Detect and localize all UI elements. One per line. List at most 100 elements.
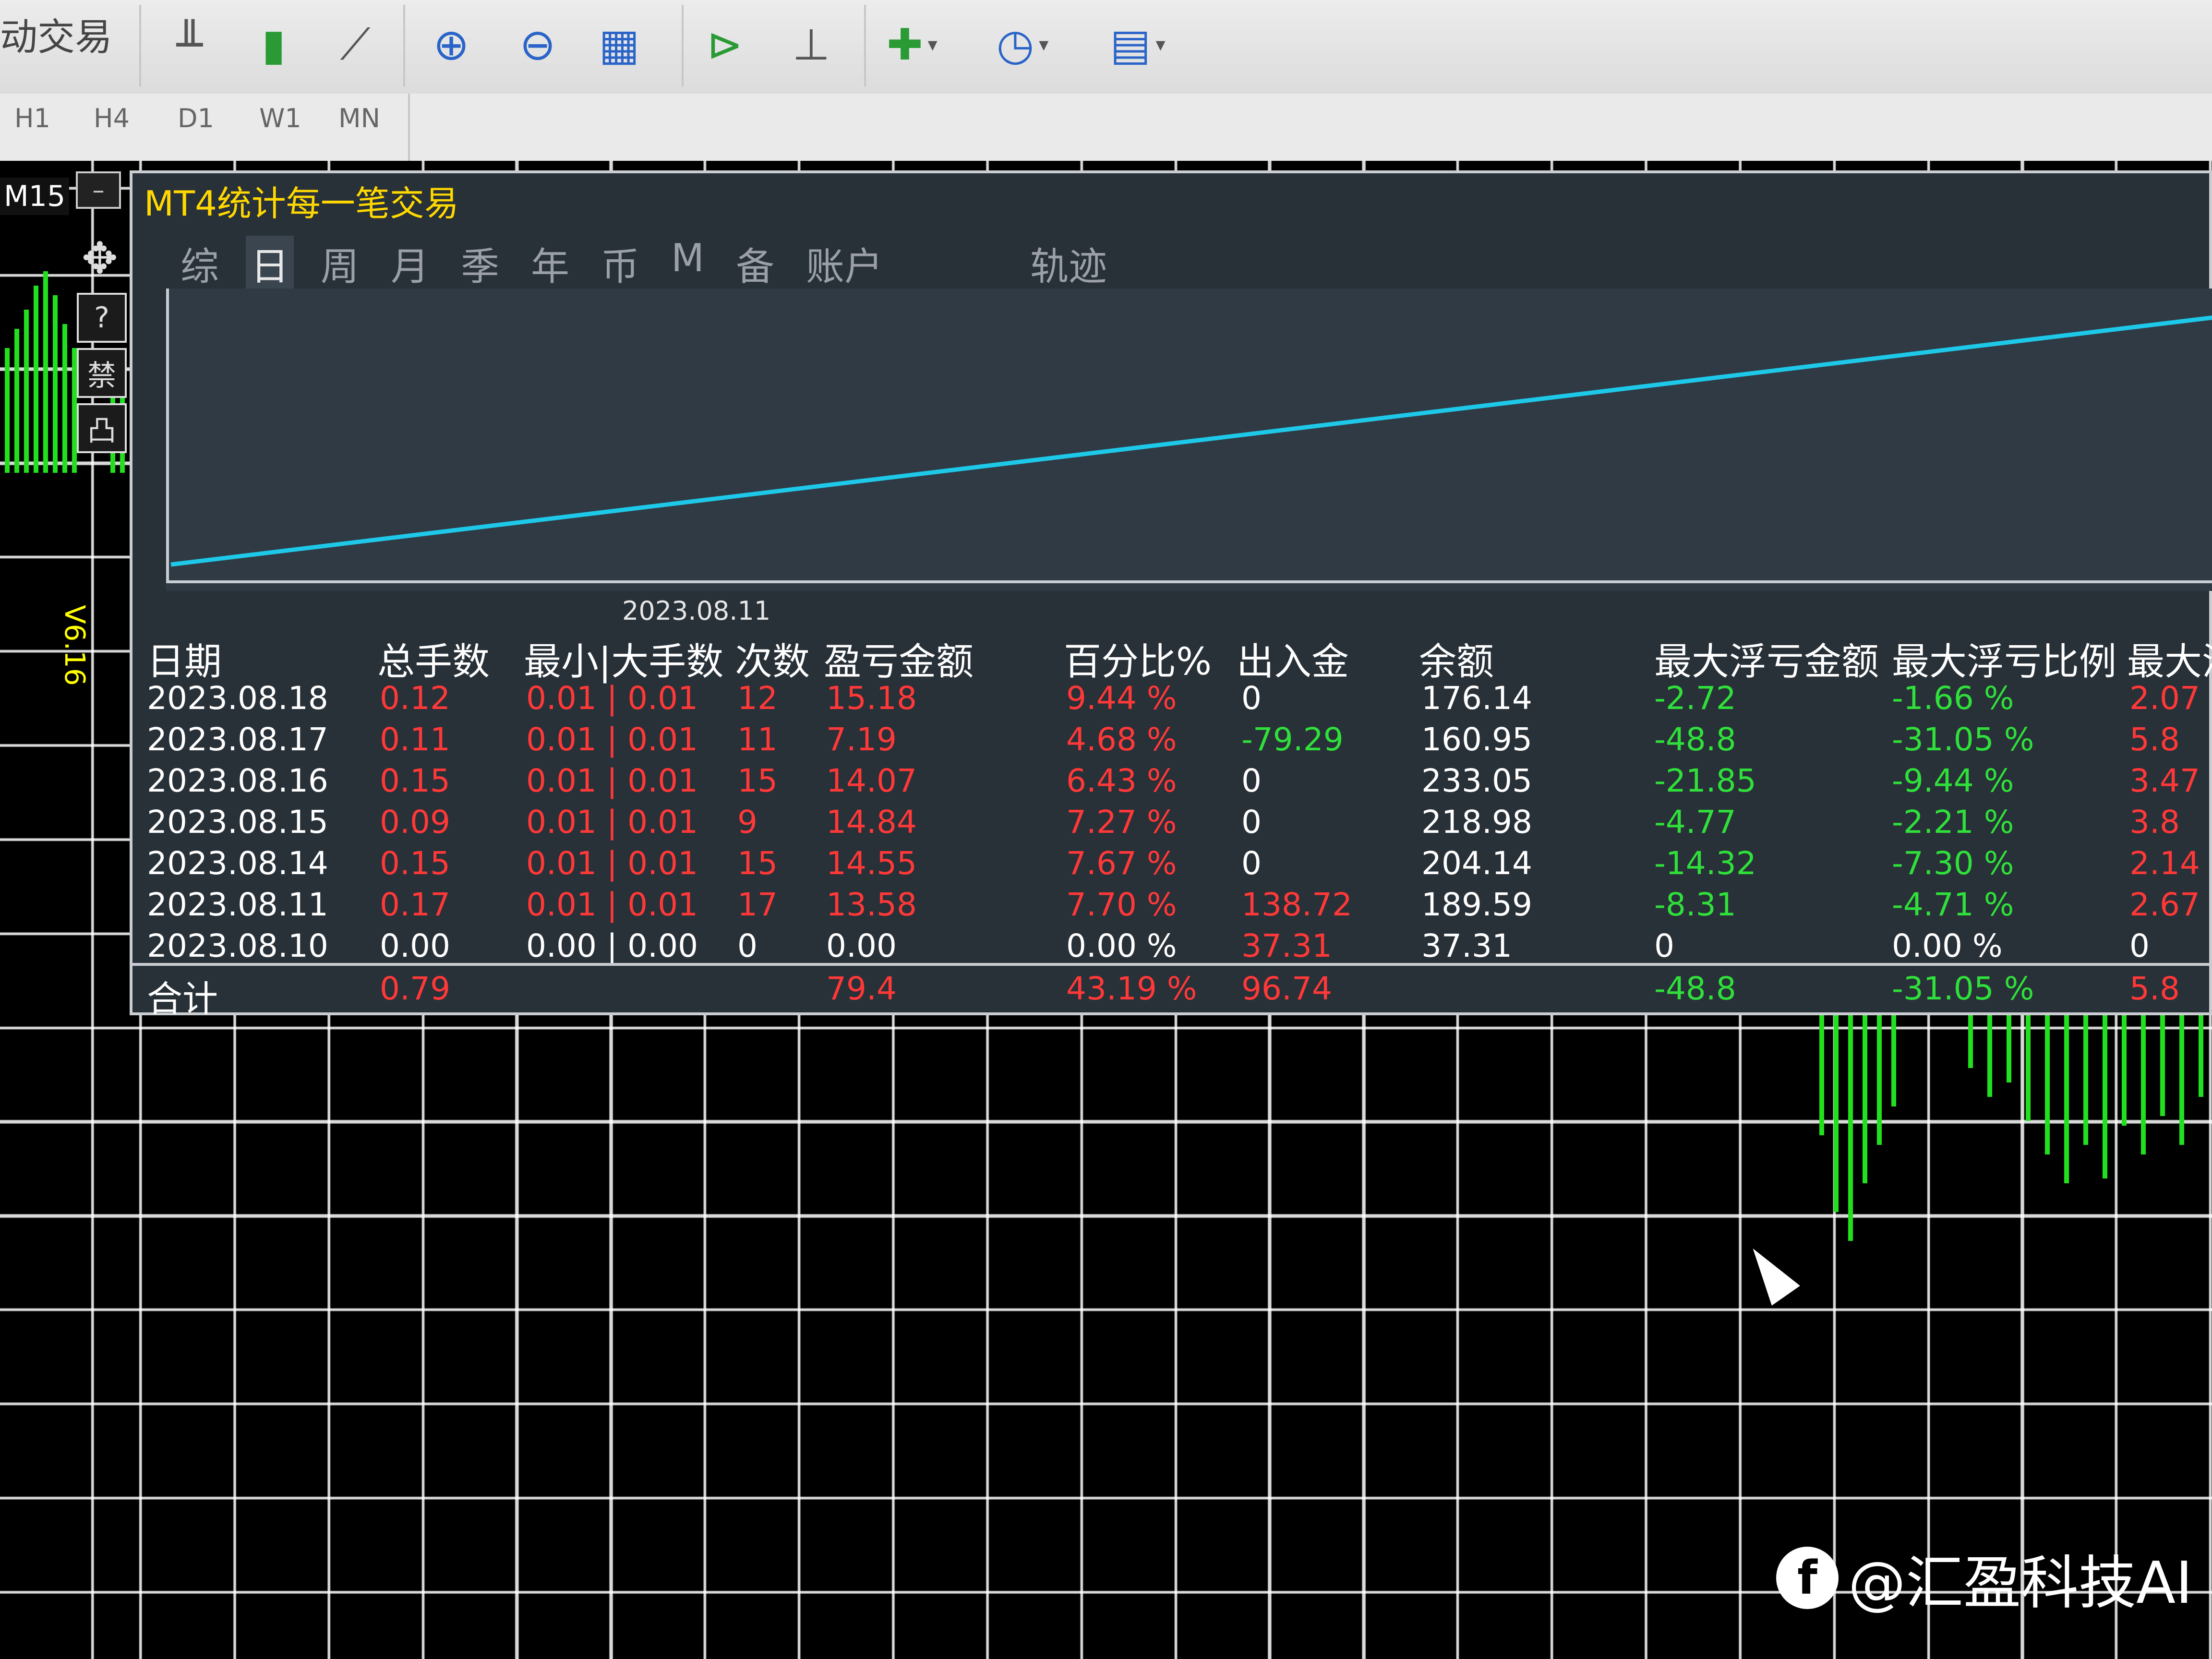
toolbar: 动交易 ╨ ▮ ⟋ ⊕ ⊖ ▦ ⊳ ⊥ ✚ ▾ ◷ ▾ ▤ ▾ <box>0 0 2212 95</box>
header-deposit-withdraw: 出入金 <box>1237 640 1349 684</box>
timeframe-h4[interactable]: H4 <box>94 103 130 133</box>
toolbar-separator <box>682 5 684 86</box>
cell-flow: 0 <box>1241 804 1262 841</box>
cell-count: 15 <box>737 845 778 882</box>
cell-max-loss-pct: -1.66 % <box>1892 680 2014 717</box>
bar-chart-icon[interactable]: ╨ <box>156 9 223 81</box>
header-balance: 余额 <box>1419 640 1494 684</box>
cell-balance: 189.59 <box>1421 886 1532 923</box>
statistics-panel: – MT4统计每一笔交易 综 日 周 月 季 年 币 M 备 账户 轨迹 202… <box>76 170 2212 1020</box>
auto-scroll-icon[interactable]: ⊳ <box>691 9 758 81</box>
cell-min-max: 0.01 | 0.01 <box>526 680 698 717</box>
tab-month[interactable]: 月 <box>386 236 434 291</box>
period-tabs: 综 日 周 月 季 年 币 M 备 账户 <box>176 236 910 291</box>
candles-right <box>1815 1010 2212 1419</box>
cell-min-max: 0.01 | 0.01 <box>526 721 698 758</box>
table-row: 2023.08.16 0.15 0.01 | 0.01 15 14.07 6.4… <box>132 762 2212 804</box>
cell-count: 11 <box>737 721 778 758</box>
timeframe-w1[interactable]: W1 <box>259 103 301 133</box>
cell-date: 2023.08.16 <box>147 762 328 799</box>
tab-magic[interactable]: M <box>666 236 709 291</box>
total-row: 合计 0.79 79.4 43.19 % 96.74 -48.8 -31.05 … <box>132 970 2212 1020</box>
tab-year[interactable]: 年 <box>526 236 574 291</box>
cell-date: 2023.08.11 <box>147 886 328 923</box>
cell-min-max: 0.01 | 0.01 <box>526 804 698 841</box>
tab-quarter[interactable]: 季 <box>456 236 504 291</box>
cell-balance: 176.14 <box>1421 680 1532 717</box>
tab-account[interactable]: 账户 <box>801 236 888 291</box>
cell-last: 0 <box>2129 927 2150 964</box>
auto-trading-label[interactable]: 动交易 <box>0 7 112 61</box>
tile-windows-icon[interactable]: ▦ <box>586 9 653 81</box>
cell-max-loss: 0 <box>1654 927 1674 964</box>
table-row: 2023.08.18 0.12 0.01 | 0.01 12 15.18 9.4… <box>132 680 2212 721</box>
minimize-button[interactable]: – <box>76 171 121 209</box>
cell-max-loss: -8.31 <box>1654 886 1736 923</box>
header-count: 次数 <box>735 640 810 684</box>
tab-day[interactable]: 日 <box>246 236 294 291</box>
line-chart-icon[interactable]: ⟋ <box>322 9 389 81</box>
candlestick-icon[interactable]: ▮ <box>240 9 307 81</box>
cell-max-loss-pct: -2.21 % <box>1892 804 2014 841</box>
cell-min-max: 0.01 | 0.01 <box>526 762 698 799</box>
cell-percent: 9.44 % <box>1066 680 1177 717</box>
cell-last: 5.8 <box>2129 721 2180 758</box>
panel-title: MT4统计每一笔交易 <box>144 183 459 224</box>
version-label: V6.16 <box>59 605 91 686</box>
print-icon[interactable]: 凸 <box>77 403 127 453</box>
cell-profit: 14.55 <box>826 845 917 882</box>
table-row: 2023.08.15 0.09 0.01 | 0.01 9 14.84 7.27… <box>132 804 2212 845</box>
tab-week[interactable]: 周 <box>316 236 364 291</box>
total-separator <box>132 963 2212 966</box>
move-icon[interactable]: ✥ <box>77 233 123 284</box>
table-row: 2023.08.14 0.15 0.01 | 0.01 15 14.55 7.6… <box>132 845 2212 886</box>
templates-icon[interactable]: ▤ ▾ <box>1104 9 1171 81</box>
watermark-logo-icon: f <box>1776 1547 1839 1609</box>
chart-shift-icon[interactable]: ⊥ <box>778 9 845 81</box>
cell-count: 12 <box>737 680 778 717</box>
header-max-float-loss: 最大浮亏金额 <box>1654 640 1879 684</box>
indicators-icon[interactable]: ✚ ▾ <box>878 9 946 81</box>
cell-last: 2.07 <box>2129 680 2200 717</box>
help-icon[interactable]: ? <box>77 293 127 343</box>
cell-count: 9 <box>737 804 757 841</box>
cell-balance: 160.95 <box>1421 721 1532 758</box>
cell-max-loss-pct: -31.05 % <box>1892 721 2034 758</box>
tab-currency[interactable]: 币 <box>596 236 644 291</box>
cell-count: 17 <box>737 886 778 923</box>
disable-icon[interactable]: 禁 <box>77 348 127 398</box>
cell-date: 2023.08.15 <box>147 804 328 841</box>
periods-clock-icon[interactable]: ◷ ▾ <box>989 9 1056 81</box>
cell-last: 2.67 <box>2129 886 2200 923</box>
cell-flow: -79.29 <box>1241 721 1344 758</box>
table-row: 2023.08.11 0.17 0.01 | 0.01 17 13.58 7.7… <box>132 886 2212 927</box>
cell-date: 2023.08.14 <box>147 845 328 882</box>
total-profit: 79.4 <box>826 970 897 1007</box>
toolbar-separator <box>864 5 866 86</box>
header-date: 日期 <box>147 640 222 684</box>
zoom-in-icon[interactable]: ⊕ <box>418 9 485 81</box>
total-max-loss-pct: -31.05 % <box>1892 970 2034 1007</box>
toolbar-separator <box>408 94 410 161</box>
cell-last: 3.8 <box>2129 804 2180 841</box>
cell-lots: 0.15 <box>380 762 450 799</box>
timeframe-bar: H1 H4 D1 W1 MN <box>0 94 2212 162</box>
timeframe-mn[interactable]: MN <box>338 103 380 133</box>
cell-lots: 0.00 <box>380 927 450 964</box>
tab-backup[interactable]: 备 <box>731 236 779 291</box>
cell-date: 2023.08.18 <box>147 680 328 717</box>
tab-summary[interactable]: 综 <box>176 236 224 291</box>
timeframe-d1[interactable]: D1 <box>178 103 214 133</box>
cell-date: 2023.08.17 <box>147 721 328 758</box>
timeframe-h1[interactable]: H1 <box>14 103 50 133</box>
table-row: 2023.08.17 0.11 0.01 | 0.01 11 7.19 4.68… <box>132 721 2212 762</box>
cell-profit: 13.58 <box>826 886 917 923</box>
tab-track[interactable]: 轨迹 <box>1030 236 1107 291</box>
cell-flow: 0 <box>1241 762 1262 799</box>
header-max-float-cut: 最大浮 <box>2127 640 2212 684</box>
cell-percent: 4.68 % <box>1066 721 1177 758</box>
cell-percent: 7.70 % <box>1066 886 1177 923</box>
cell-balance: 37.31 <box>1421 927 1512 964</box>
zoom-out-icon[interactable]: ⊖ <box>504 9 571 81</box>
cell-max-loss: -14.32 <box>1654 845 1756 882</box>
